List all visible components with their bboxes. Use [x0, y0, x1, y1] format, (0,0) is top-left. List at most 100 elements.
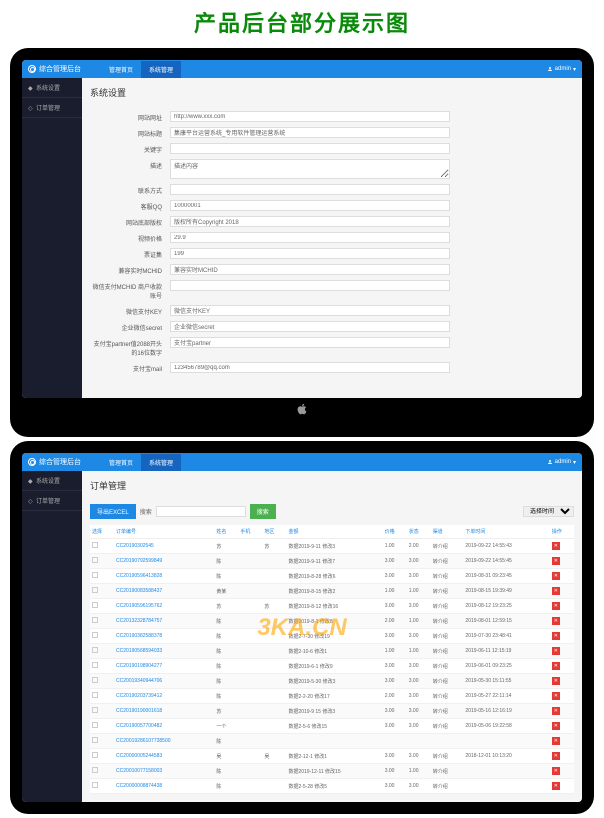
order-no[interactable]: CC20190382588378 [116, 633, 162, 639]
delete-button[interactable]: ✕ [552, 782, 560, 790]
delete-button[interactable]: ✕ [552, 557, 560, 565]
row-checkbox[interactable] [92, 602, 98, 608]
delete-button[interactable]: ✕ [552, 692, 560, 700]
delete-button[interactable]: ✕ [552, 767, 560, 775]
form-input-3[interactable] [170, 159, 450, 179]
order-no[interactable]: CC20190083588437 [116, 588, 162, 594]
row-checkbox[interactable] [92, 632, 98, 638]
sidebar-item-orders[interactable]: ◇ 订单管理 [22, 98, 82, 118]
nav-system[interactable]: 系统管理 [141, 61, 181, 78]
delete-button[interactable]: ✕ [552, 662, 560, 670]
order-no[interactable]: CC20190057700482 [116, 723, 162, 729]
delete-button[interactable]: ✕ [552, 617, 560, 625]
cell: 转介绍 [431, 599, 464, 614]
delete-button[interactable]: ✕ [552, 722, 560, 730]
row-checkbox[interactable] [92, 692, 98, 698]
nav-home[interactable]: 管理首页 [101, 61, 141, 78]
order-no[interactable]: CC20019286107738500 [116, 738, 171, 744]
order-no[interactable]: CC20190792599849 [116, 558, 162, 564]
delete-button[interactable]: ✕ [552, 632, 560, 640]
form-input-9[interactable] [170, 264, 450, 275]
row-checkbox[interactable] [92, 752, 98, 758]
row-checkbox[interactable] [92, 677, 98, 683]
form-input-2[interactable] [170, 143, 450, 154]
row-checkbox[interactable] [92, 647, 98, 653]
delete-button[interactable]: ✕ [552, 602, 560, 610]
form-input-0[interactable] [170, 111, 450, 122]
col-header[interactable]: 手机 [238, 525, 262, 539]
order-no[interactable]: CC20190190001618 [116, 708, 162, 714]
col-header[interactable]: 金额 [286, 525, 382, 539]
nav-system[interactable]: 系统管理 [141, 454, 181, 471]
delete-button[interactable]: ✕ [552, 737, 560, 745]
order-no[interactable]: CC20000008874438 [116, 783, 162, 789]
order-no[interactable]: CC20190203739412 [116, 693, 162, 699]
order-no[interactable]: CC20190302545 [116, 543, 154, 549]
row-checkbox[interactable] [92, 662, 98, 668]
user-menu[interactable]: admin ▾ [547, 459, 576, 466]
time-filter-select[interactable]: 选择时间 [523, 506, 574, 517]
search-button[interactable]: 搜索 [250, 504, 276, 519]
order-no[interactable]: CC20132328784757 [116, 618, 162, 624]
col-header[interactable]: 操作 [550, 525, 574, 539]
cell: 1.00 [383, 644, 407, 659]
col-header[interactable]: 状态 [407, 525, 431, 539]
cell: 3.00 [383, 569, 407, 584]
delete-button[interactable]: ✕ [552, 542, 560, 550]
row-checkbox[interactable] [92, 557, 98, 563]
row-checkbox[interactable] [92, 572, 98, 578]
sidebar-item-settings[interactable]: ◆ 系统设置 [22, 471, 82, 491]
cell: 数据2019-9 15 修改3 [286, 704, 382, 719]
form-input-4[interactable] [170, 184, 450, 195]
nav-home[interactable]: 管理首页 [101, 454, 141, 471]
sidebar-item-orders[interactable]: ◇ 订单管理 [22, 491, 82, 511]
col-header[interactable]: 渠道 [431, 525, 464, 539]
form-input-10[interactable] [170, 280, 450, 291]
col-header[interactable]: 选择 [90, 525, 114, 539]
search-input[interactable] [156, 506, 246, 517]
delete-button[interactable]: ✕ [552, 572, 560, 580]
delete-button[interactable]: ✕ [552, 677, 560, 685]
delete-button[interactable]: ✕ [552, 647, 560, 655]
order-no[interactable]: CC20190198904277 [116, 663, 162, 669]
order-no[interactable]: CC20019340944706 [116, 678, 162, 684]
row-checkbox[interactable] [92, 782, 98, 788]
form-input-13[interactable] [170, 337, 450, 348]
row-checkbox[interactable] [92, 767, 98, 773]
row-checkbox[interactable] [92, 587, 98, 593]
order-no[interactable]: CC20190568594033 [116, 648, 162, 654]
col-header[interactable]: 价格 [383, 525, 407, 539]
user-menu[interactable]: admin ▾ [547, 66, 576, 73]
export-excel-button[interactable]: 导出EXCEL [90, 504, 136, 519]
col-header[interactable]: 姓名 [214, 525, 238, 539]
sidebar-item-settings[interactable]: ◆ 系统设置 [22, 78, 82, 98]
row-checkbox[interactable] [92, 722, 98, 728]
order-no[interactable]: CC20190596413828 [116, 573, 162, 579]
cell: 3.00 [407, 629, 431, 644]
order-no[interactable]: CC20010077158003 [116, 768, 162, 774]
form-input-1[interactable] [170, 127, 450, 138]
form-input-8[interactable] [170, 248, 450, 259]
form-input-11[interactable] [170, 305, 450, 316]
form-input-5[interactable] [170, 200, 450, 211]
row-checkbox[interactable] [92, 617, 98, 623]
delete-button[interactable]: ✕ [552, 752, 560, 760]
cell: 转介绍 [431, 674, 464, 689]
delete-button[interactable]: ✕ [552, 587, 560, 595]
row-checkbox[interactable] [92, 542, 98, 548]
col-header[interactable]: 下单时间 [463, 525, 549, 539]
col-header[interactable]: 地区 [262, 525, 286, 539]
row-checkbox[interactable] [92, 737, 98, 743]
col-header[interactable]: 订单编号 [114, 525, 214, 539]
form-input-14[interactable] [170, 362, 450, 373]
order-no[interactable]: CC20190596195762 [116, 603, 162, 609]
row-checkbox[interactable] [92, 707, 98, 713]
form-input-7[interactable] [170, 232, 450, 243]
order-no[interactable]: CC20000005244583 [116, 753, 162, 759]
form-label: 票证集 [90, 248, 170, 259]
form-input-6[interactable] [170, 216, 450, 227]
form-label: 联系方式 [90, 184, 170, 195]
delete-button[interactable]: ✕ [552, 707, 560, 715]
cell: CC20190302545 [114, 539, 214, 554]
form-input-12[interactable] [170, 321, 450, 332]
